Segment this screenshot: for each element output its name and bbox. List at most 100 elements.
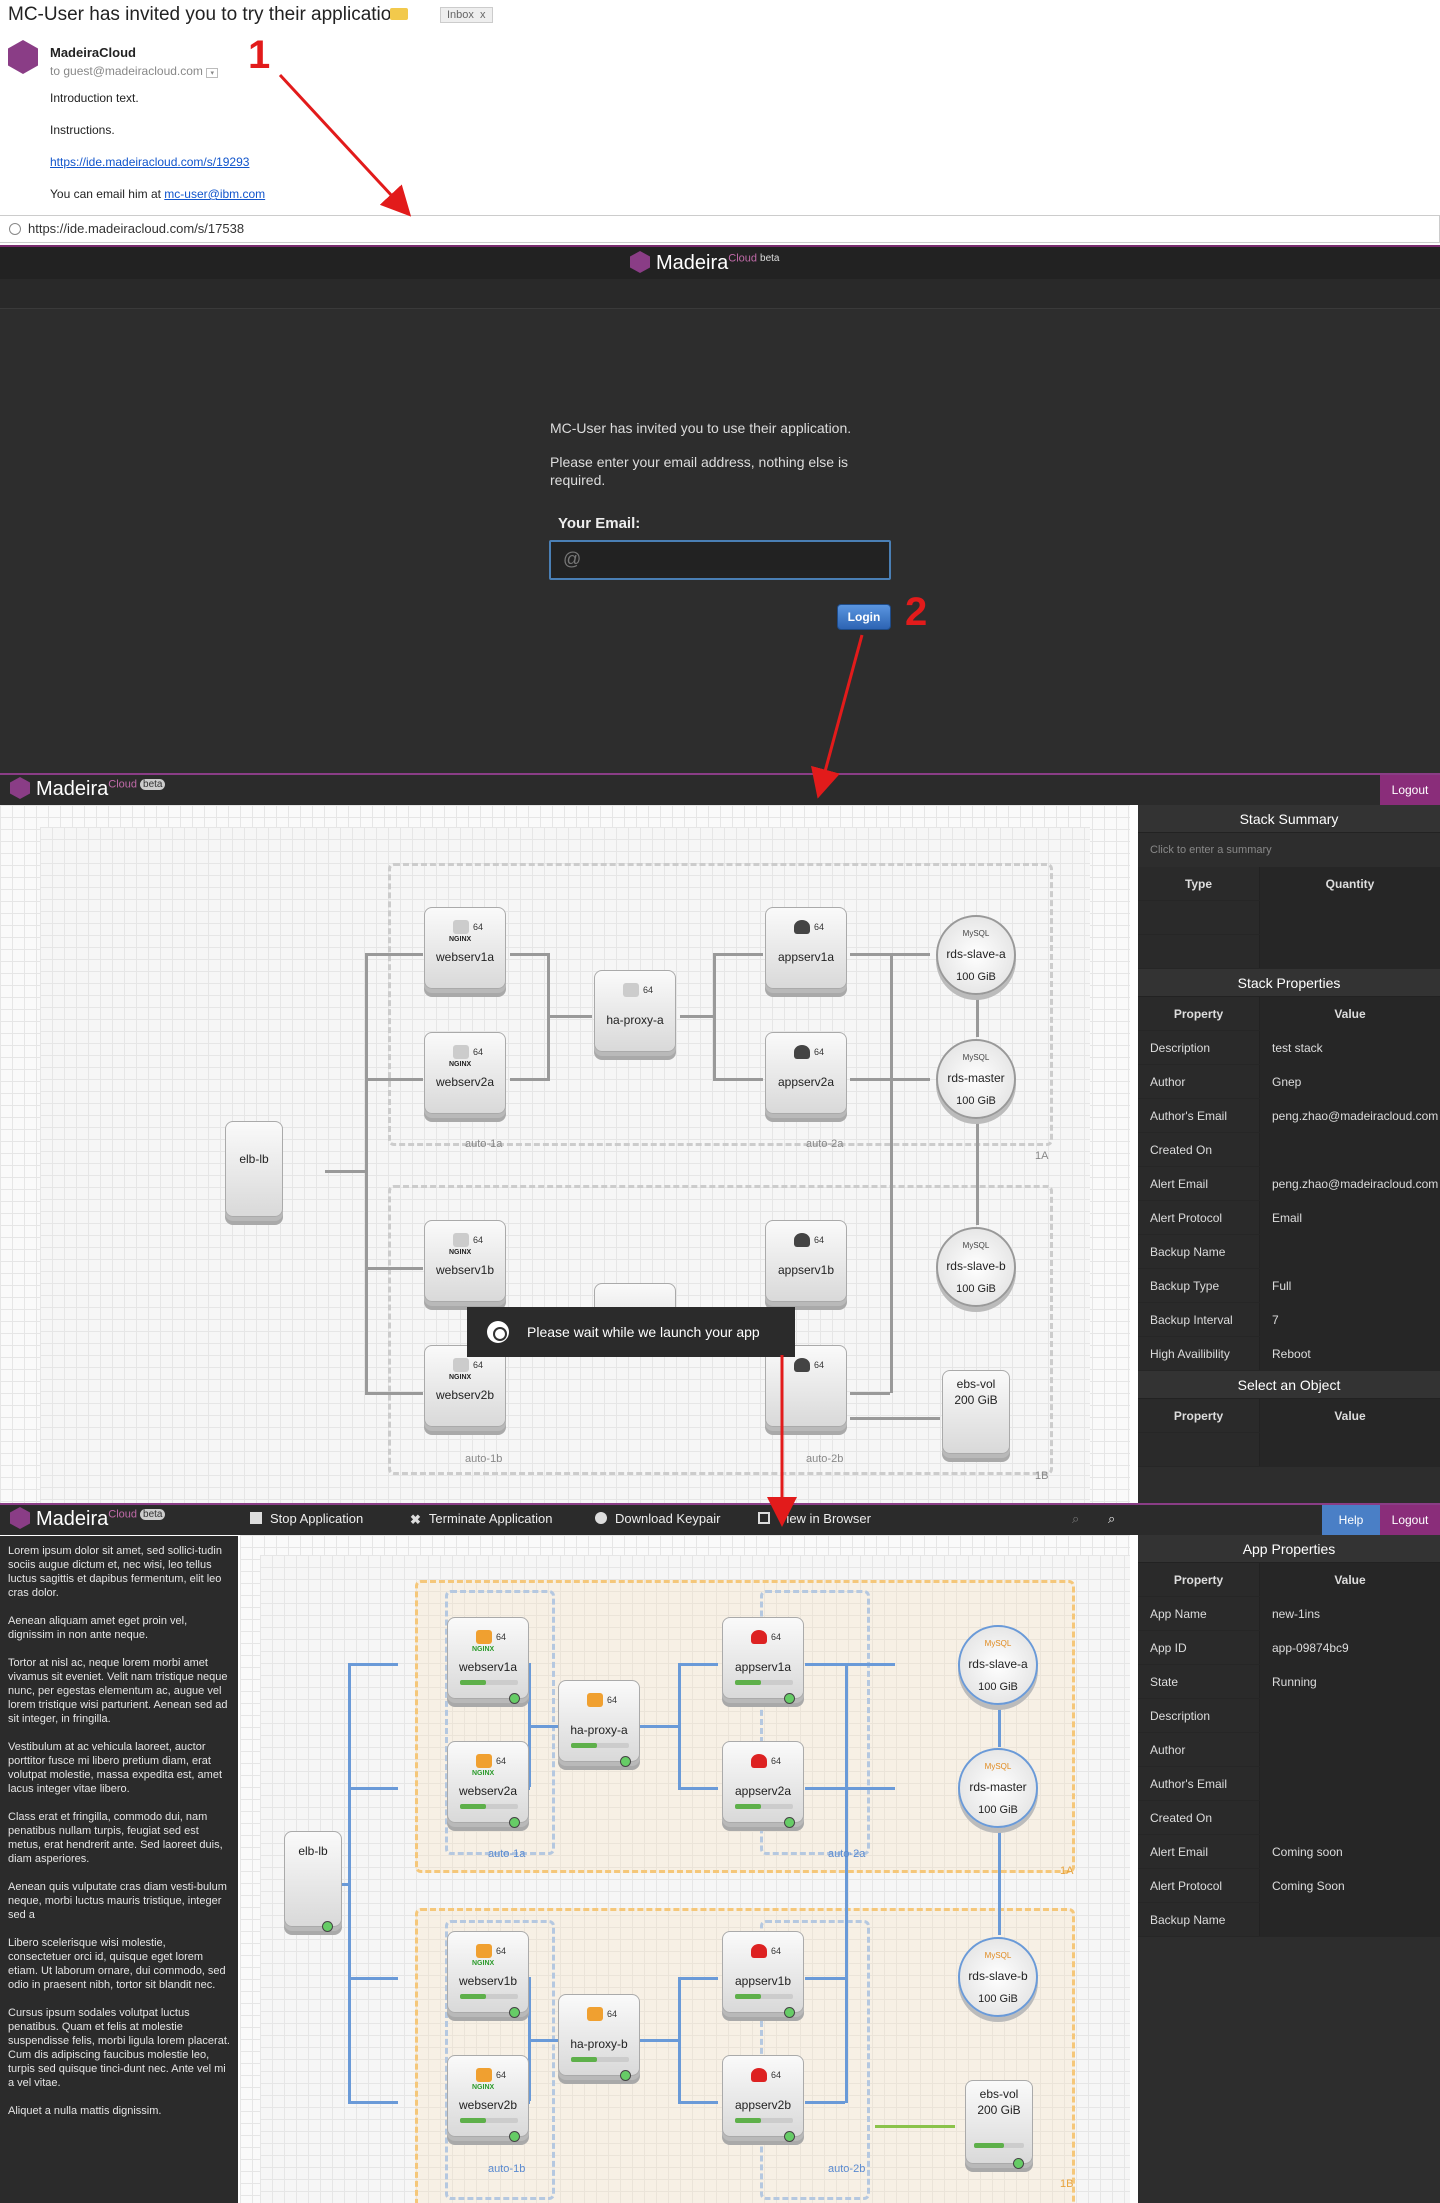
webserv2a-node[interactable]: 64 NGINX webserv2a [424, 1032, 506, 1114]
webserv2b-node[interactable]: 64 NGINX webserv2b [447, 2055, 529, 2142]
rds-slave-b-node[interactable]: MySQL rds-slave-b 100 GiB [936, 1227, 1016, 1307]
property-value[interactable]: Coming Soon [1260, 1869, 1440, 1902]
label-tag-icon[interactable] [390, 8, 408, 20]
login-button[interactable]: Login [837, 604, 891, 630]
haproxy-a-node[interactable]: 64 ha-proxy-a [558, 1680, 640, 1767]
property-value[interactable] [1260, 1801, 1440, 1834]
property-row[interactable]: Description [1138, 1699, 1440, 1733]
property-row[interactable]: Author's Email [1138, 1767, 1440, 1801]
terminate-application-button[interactable]: ✖ Terminate Application [410, 1511, 552, 1527]
webserv1a-node[interactable]: 64 NGINX webserv1a [447, 1617, 529, 1704]
property-value[interactable]: Gnep [1260, 1065, 1440, 1098]
webserv1b-node[interactable]: 64 NGINX webserv1b [447, 1931, 529, 2018]
property-row[interactable]: Author's Email peng.zhao@madeiracloud.com [1138, 1099, 1440, 1133]
rds-slave-b-node[interactable]: MySQL rds-slave-b 100 GiB [958, 1937, 1038, 2017]
inbox-label[interactable]: Inbox x [440, 7, 493, 23]
appserv2a-node[interactable]: 64 appserv2a [722, 1741, 804, 1828]
property-value[interactable]: Running [1260, 1665, 1440, 1698]
appserv2b-node[interactable]: 64 [765, 1345, 847, 1427]
property-row[interactable]: State Running [1138, 1665, 1440, 1699]
app-canvas[interactable]: 1A 1B elb-lb 64 NGINX webserv1a 64 NGINX web… [240, 1535, 1130, 2203]
appserv2b-node[interactable]: 64 appserv2b [722, 2055, 804, 2142]
property-value[interactable] [1260, 1235, 1440, 1268]
logout-button[interactable]: Logout [1380, 1505, 1440, 1535]
keypair-label: Download Keypair [615, 1511, 721, 1526]
zoom-in-icon[interactable]: ⌕ [1072, 1511, 1079, 1527]
property-value[interactable]: Coming soon [1260, 1835, 1440, 1868]
property-value[interactable] [1260, 1903, 1440, 1936]
property-row[interactable]: Backup Name [1138, 1903, 1440, 1937]
property-key: Description [1138, 1699, 1260, 1732]
property-value[interactable]: Email [1260, 1201, 1440, 1234]
summary-input[interactable]: Click to enter a summary [1138, 833, 1440, 867]
view-in-browser-button[interactable]: View in Browser [758, 1511, 871, 1526]
property-key: Author [1138, 1065, 1260, 1098]
elb-node[interactable]: elb-lb [225, 1121, 283, 1217]
property-value[interactable]: Full [1260, 1269, 1440, 1302]
haproxy-b-node[interactable]: 64 ha-proxy-b [558, 1994, 640, 2081]
webserv1a-node[interactable]: 64 NGINX webserv1a [424, 907, 506, 989]
email-input[interactable]: @ [549, 540, 891, 580]
property-value[interactable] [1260, 1133, 1440, 1166]
property-value[interactable] [1260, 1699, 1440, 1732]
property-value[interactable] [1260, 1733, 1440, 1766]
webserv2b-node[interactable]: 64 NGINX webserv2b [424, 1345, 506, 1427]
appserv2a-node[interactable]: 64 appserv2a [765, 1032, 847, 1114]
address-bar[interactable]: https://ide.madeiracloud.com/s/17538 [0, 215, 1440, 243]
redhat-icon [751, 1754, 767, 1768]
rds-slave-a-node[interactable]: MySQL rds-slave-a 100 GiB [936, 915, 1016, 995]
download-keypair-button[interactable]: Download Keypair [595, 1511, 721, 1526]
property-value[interactable]: Reboot [1260, 1337, 1440, 1370]
rds-master-node[interactable]: MySQL rds-master 100 GiB [958, 1748, 1038, 1828]
property-row[interactable]: Author Gnep [1138, 1065, 1440, 1099]
col-property: Property [1138, 997, 1260, 1030]
property-value[interactable]: app-09874bc9 [1260, 1631, 1440, 1664]
webserv2a-node[interactable]: 64 NGINX webserv2a [447, 1741, 529, 1828]
rds-master-node[interactable]: MySQL rds-master 100 GiB [936, 1039, 1016, 1119]
ebs-vol-node[interactable]: ebs-vol 200 GiB [942, 1370, 1010, 1454]
inbox-remove[interactable]: x [480, 9, 486, 21]
property-row[interactable]: Created On [1138, 1133, 1440, 1167]
logout-button[interactable]: Logout [1380, 775, 1440, 805]
property-row[interactable]: Created On [1138, 1801, 1440, 1835]
property-value[interactable]: 7 [1260, 1303, 1440, 1336]
property-row[interactable]: High Availibility Reboot [1138, 1337, 1440, 1371]
property-row[interactable]: Author [1138, 1733, 1440, 1767]
invite-message: MC-User has invited you to use their app… [550, 420, 852, 436]
property-row[interactable]: Alert Email Coming soon [1138, 1835, 1440, 1869]
property-value[interactable]: peng.zhao@madeiracloud.com [1260, 1167, 1440, 1200]
stop-application-button[interactable]: Stop Application [250, 1511, 363, 1526]
property-row[interactable]: App Name new-1ins [1138, 1597, 1440, 1631]
property-value[interactable]: peng.zhao@madeiracloud.com [1260, 1099, 1440, 1132]
auto-1b-label: auto-1b [465, 1453, 503, 1465]
haproxy-a-node[interactable]: 64 ha-proxy-a [594, 970, 676, 1052]
ebs-vol-node[interactable]: ebs-vol 200 GiB [965, 2080, 1033, 2169]
property-row[interactable]: Alert Protocol Email [1138, 1201, 1440, 1235]
contact-email-link[interactable]: mc-user@ibm.com [164, 187, 265, 201]
invite-link[interactable]: https://ide.madeiracloud.com/s/19293 [50, 155, 249, 169]
property-row[interactable]: Backup Interval 7 [1138, 1303, 1440, 1337]
zoom-out-icon[interactable]: ⌕ [1108, 1511, 1115, 1527]
property-row[interactable]: App ID app-09874bc9 [1138, 1631, 1440, 1665]
property-value[interactable]: new-1ins [1260, 1597, 1440, 1630]
appserv1a-node[interactable]: 64 appserv1a [765, 907, 847, 989]
property-value[interactable]: test stack [1260, 1031, 1440, 1064]
property-row[interactable]: Description test stack [1138, 1031, 1440, 1065]
address-url[interactable]: https://ide.madeiracloud.com/s/17538 [28, 221, 244, 236]
appserv1b-node[interactable]: 64 appserv1b [722, 1931, 804, 2018]
details-dropdown-icon[interactable]: ▾ [206, 68, 219, 78]
property-row[interactable]: Alert Email peng.zhao@madeiracloud.com [1138, 1167, 1440, 1201]
property-row[interactable]: Backup Type Full [1138, 1269, 1440, 1303]
stack-canvas[interactable]: 1A 1B elb-lb 64 NGINX webserv1a 64 NGINX web… [0, 805, 1130, 1505]
webserv1b-node[interactable]: 64 NGINX webserv1b [424, 1220, 506, 1302]
property-row[interactable]: Backup Name [1138, 1235, 1440, 1269]
help-button[interactable]: Help [1322, 1505, 1380, 1535]
zone-1a-label: 1A [1035, 1150, 1049, 1162]
elb-node[interactable]: elb-lb [284, 1831, 342, 1932]
property-row[interactable]: Alert Protocol Coming Soon [1138, 1869, 1440, 1903]
property-value[interactable] [1260, 1767, 1440, 1800]
appserv1a-node[interactable]: 64 appserv1a [722, 1617, 804, 1704]
rds-slave-a-node[interactable]: MySQL rds-slave-a 100 GiB [958, 1625, 1038, 1705]
brand-sup: Cloud [108, 778, 138, 791]
appserv1b-node[interactable]: 64 appserv1b [765, 1220, 847, 1302]
